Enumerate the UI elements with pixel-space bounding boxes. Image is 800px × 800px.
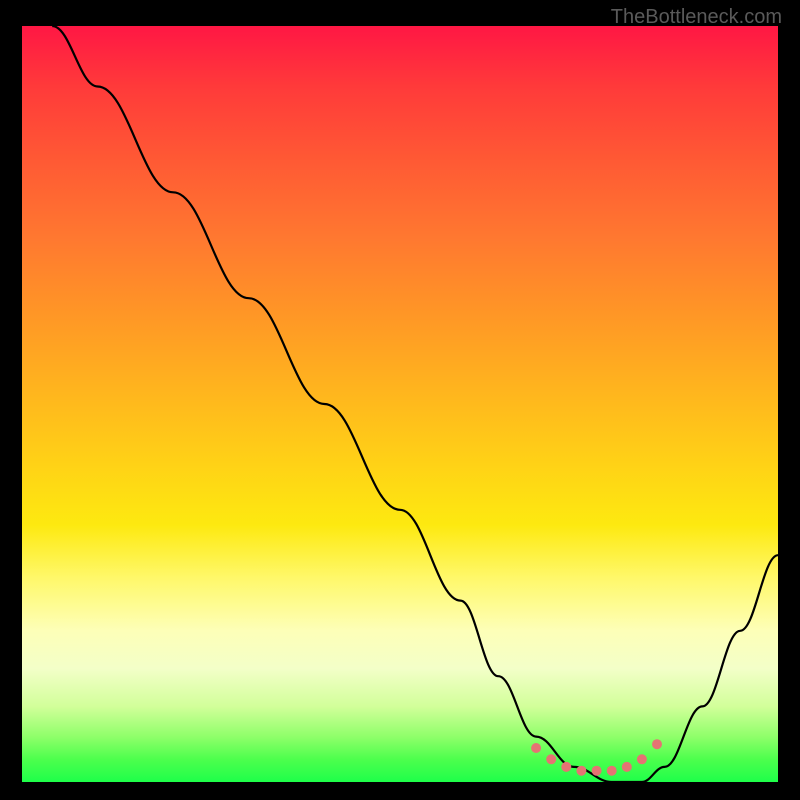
- curve-svg: [22, 26, 778, 782]
- marker-dot: [531, 743, 541, 753]
- marker-dot: [592, 766, 602, 776]
- marker-dot: [546, 754, 556, 764]
- marker-dot: [622, 762, 632, 772]
- marker-dot: [652, 739, 662, 749]
- marker-dot: [576, 766, 586, 776]
- bottleneck-curve-path: [52, 26, 778, 782]
- chart-plot-area: [22, 26, 778, 782]
- watermark-text: TheBottleneck.com: [611, 6, 782, 29]
- marker-dot: [607, 766, 617, 776]
- marker-dot: [637, 754, 647, 764]
- marker-dot: [561, 762, 571, 772]
